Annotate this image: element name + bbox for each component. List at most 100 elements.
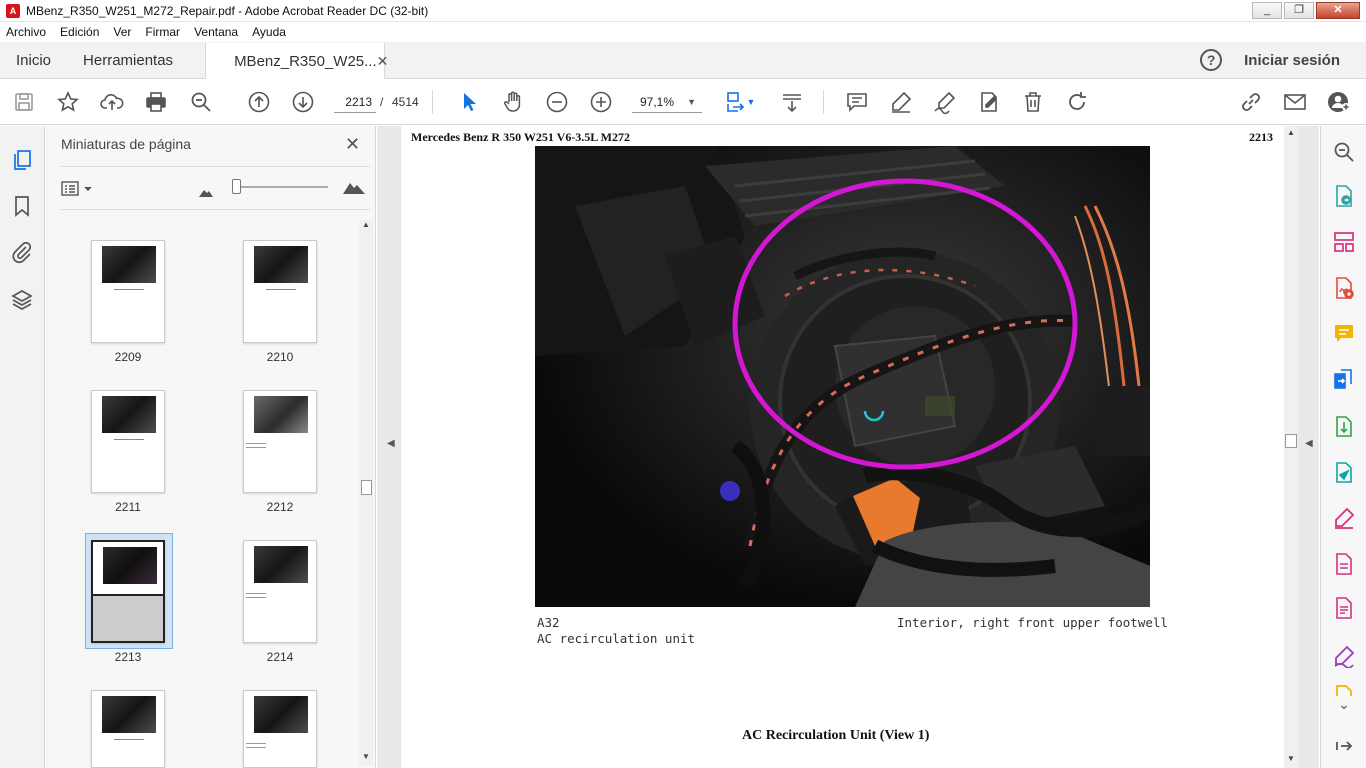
thumbnail-caption-line bbox=[266, 289, 296, 290]
print-icon[interactable] bbox=[144, 90, 168, 114]
thumbnail-options-icon[interactable] bbox=[61, 180, 95, 198]
close-tab-icon[interactable]: ✕ bbox=[377, 53, 389, 70]
component-name: AC recirculation unit bbox=[537, 631, 696, 646]
thumbnail-scrollbar[interactable]: ▲ ▼ bbox=[359, 220, 373, 766]
thumbnail-page-2212[interactable] bbox=[243, 390, 317, 493]
page-number-input[interactable]: 2213 bbox=[334, 91, 376, 113]
scroll-mode-icon[interactable] bbox=[780, 90, 804, 114]
thumbnail-image bbox=[102, 396, 156, 433]
combine-files-icon[interactable] bbox=[1332, 368, 1356, 392]
add-user-icon[interactable] bbox=[1327, 90, 1351, 114]
zoom-in-icon[interactable] bbox=[589, 90, 613, 114]
page-figure-title: AC Recirculation Unit (View 1) bbox=[742, 728, 930, 743]
document-scroll-thumb[interactable] bbox=[1285, 434, 1297, 448]
document-viewport[interactable]: ◀ Mercedes Benz R 350 W251 V6-3.5L M272 … bbox=[377, 126, 1319, 768]
left-navigation-rail bbox=[0, 126, 45, 768]
engine-bay-photo bbox=[535, 146, 1150, 607]
thumbnail-image bbox=[102, 246, 156, 283]
thumbnail-image bbox=[254, 696, 308, 733]
thumbnail-size-slider[interactable] bbox=[232, 186, 328, 188]
thumbnail-page-2211[interactable] bbox=[91, 390, 165, 493]
menu-firmar[interactable]: Firmar bbox=[145, 25, 180, 39]
maximize-button[interactable]: ❐ bbox=[1284, 2, 1314, 19]
zoom-search-icon[interactable] bbox=[189, 90, 213, 114]
comment-tool-icon[interactable] bbox=[1332, 322, 1356, 346]
fit-page-icon[interactable] bbox=[724, 90, 748, 114]
attachment-icon[interactable] bbox=[10, 240, 34, 264]
chevron-down-icon[interactable]: ⌄ bbox=[1332, 696, 1356, 720]
tab-tools[interactable]: Herramientas bbox=[67, 42, 189, 78]
bookmark-icon[interactable] bbox=[10, 194, 34, 218]
menu-edicion[interactable]: Edición bbox=[60, 25, 99, 39]
fit-chevron-down-icon[interactable]: ▼ bbox=[746, 90, 756, 114]
organize-pages-icon[interactable] bbox=[1332, 230, 1356, 254]
comment-icon[interactable] bbox=[845, 90, 869, 114]
thumbnail-page-2213[interactable] bbox=[91, 540, 165, 643]
chevron-down-icon: ▼ bbox=[687, 97, 696, 107]
search-icon[interactable] bbox=[1332, 140, 1356, 164]
small-thumbnail-icon[interactable] bbox=[199, 184, 213, 197]
layers-icon[interactable] bbox=[10, 288, 34, 312]
thumbnail-image bbox=[103, 547, 157, 584]
rotate-icon[interactable] bbox=[1065, 90, 1089, 114]
highlight-icon[interactable] bbox=[889, 90, 913, 114]
compress-pdf-icon[interactable] bbox=[1332, 414, 1356, 438]
tab-home[interactable]: Inicio bbox=[0, 42, 67, 78]
menu-ver[interactable]: Ver bbox=[113, 25, 131, 39]
slider-handle[interactable] bbox=[232, 179, 241, 194]
edit-stamp-icon[interactable] bbox=[977, 90, 1001, 114]
more-tools-icon[interactable] bbox=[1332, 684, 1356, 696]
zoom-out-icon[interactable] bbox=[545, 90, 569, 114]
email-icon[interactable] bbox=[1283, 90, 1307, 114]
document-scrollbar[interactable]: ▲ ▼ bbox=[1284, 126, 1298, 768]
tab-document[interactable]: MBenz_R350_W25... ✕ bbox=[205, 43, 388, 79]
hand-tool-icon[interactable] bbox=[501, 90, 525, 114]
export-pdf-icon[interactable] bbox=[1332, 184, 1356, 208]
thumbnail-page-next-2[interactable] bbox=[243, 690, 317, 768]
page-up-icon[interactable] bbox=[247, 90, 271, 114]
thumbnail-label: 2213 bbox=[114, 650, 142, 664]
scroll-up-arrow-icon[interactable]: ▲ bbox=[359, 220, 373, 229]
protect-icon[interactable] bbox=[1332, 596, 1356, 620]
collapse-tools-icon[interactable] bbox=[1332, 734, 1356, 758]
page-thumbnails-icon[interactable] bbox=[10, 148, 34, 172]
pdf-icon: A bbox=[6, 3, 20, 18]
select-arrow-icon[interactable] bbox=[457, 90, 481, 114]
thumbnail-label: 2210 bbox=[266, 350, 294, 364]
minimize-button[interactable]: _ bbox=[1252, 2, 1282, 19]
send-for-review-icon[interactable] bbox=[1332, 460, 1356, 484]
edit-pdf-icon[interactable] bbox=[1332, 552, 1356, 576]
thumbnail-page-2214[interactable] bbox=[243, 540, 317, 643]
thumbnail-scroll-thumb[interactable] bbox=[361, 480, 372, 495]
thumbnail-page-next-1[interactable] bbox=[91, 690, 165, 768]
signin-button[interactable]: Iniciar sesión bbox=[1244, 52, 1340, 69]
star-icon[interactable] bbox=[56, 90, 80, 114]
menu-ventana[interactable]: Ventana bbox=[194, 25, 238, 39]
close-window-button[interactable]: ✕ bbox=[1316, 2, 1360, 19]
help-icon[interactable]: ? bbox=[1200, 49, 1223, 71]
large-thumbnail-icon[interactable] bbox=[343, 180, 365, 194]
menu-ayuda[interactable]: Ayuda bbox=[252, 25, 286, 39]
scroll-up-arrow-icon[interactable]: ▲ bbox=[1287, 128, 1295, 137]
save-icon[interactable] bbox=[12, 90, 36, 114]
fill-sign-icon[interactable] bbox=[1332, 506, 1356, 530]
scroll-down-arrow-icon[interactable]: ▼ bbox=[359, 752, 373, 761]
page-down-icon[interactable] bbox=[291, 90, 315, 114]
thumbnail-page-2209[interactable] bbox=[91, 240, 165, 343]
link-icon[interactable] bbox=[1239, 90, 1263, 114]
thumbnail-page-2210[interactable] bbox=[243, 240, 317, 343]
thumbnail-image bbox=[254, 246, 308, 283]
create-pdf-icon[interactable] bbox=[1332, 276, 1356, 300]
pdf-page: Mercedes Benz R 350 W251 V6-3.5L M272 22… bbox=[401, 126, 1285, 768]
sign-icon[interactable] bbox=[933, 90, 957, 115]
delete-icon[interactable] bbox=[1021, 90, 1045, 114]
zoom-select[interactable]: 97,1% ▼ bbox=[632, 91, 702, 113]
request-signature-icon[interactable] bbox=[1332, 644, 1356, 669]
collapse-left-panel-icon[interactable]: ◀ bbox=[387, 438, 395, 449]
upload-icon[interactable] bbox=[100, 90, 124, 114]
collapse-right-panel-icon[interactable]: ◀ bbox=[1305, 438, 1313, 449]
scroll-down-arrow-icon[interactable]: ▼ bbox=[1287, 754, 1295, 763]
thumbnail-label: 2212 bbox=[266, 500, 294, 514]
menu-archivo[interactable]: Archivo bbox=[6, 25, 46, 39]
close-panel-icon[interactable]: ✕ bbox=[345, 134, 360, 155]
